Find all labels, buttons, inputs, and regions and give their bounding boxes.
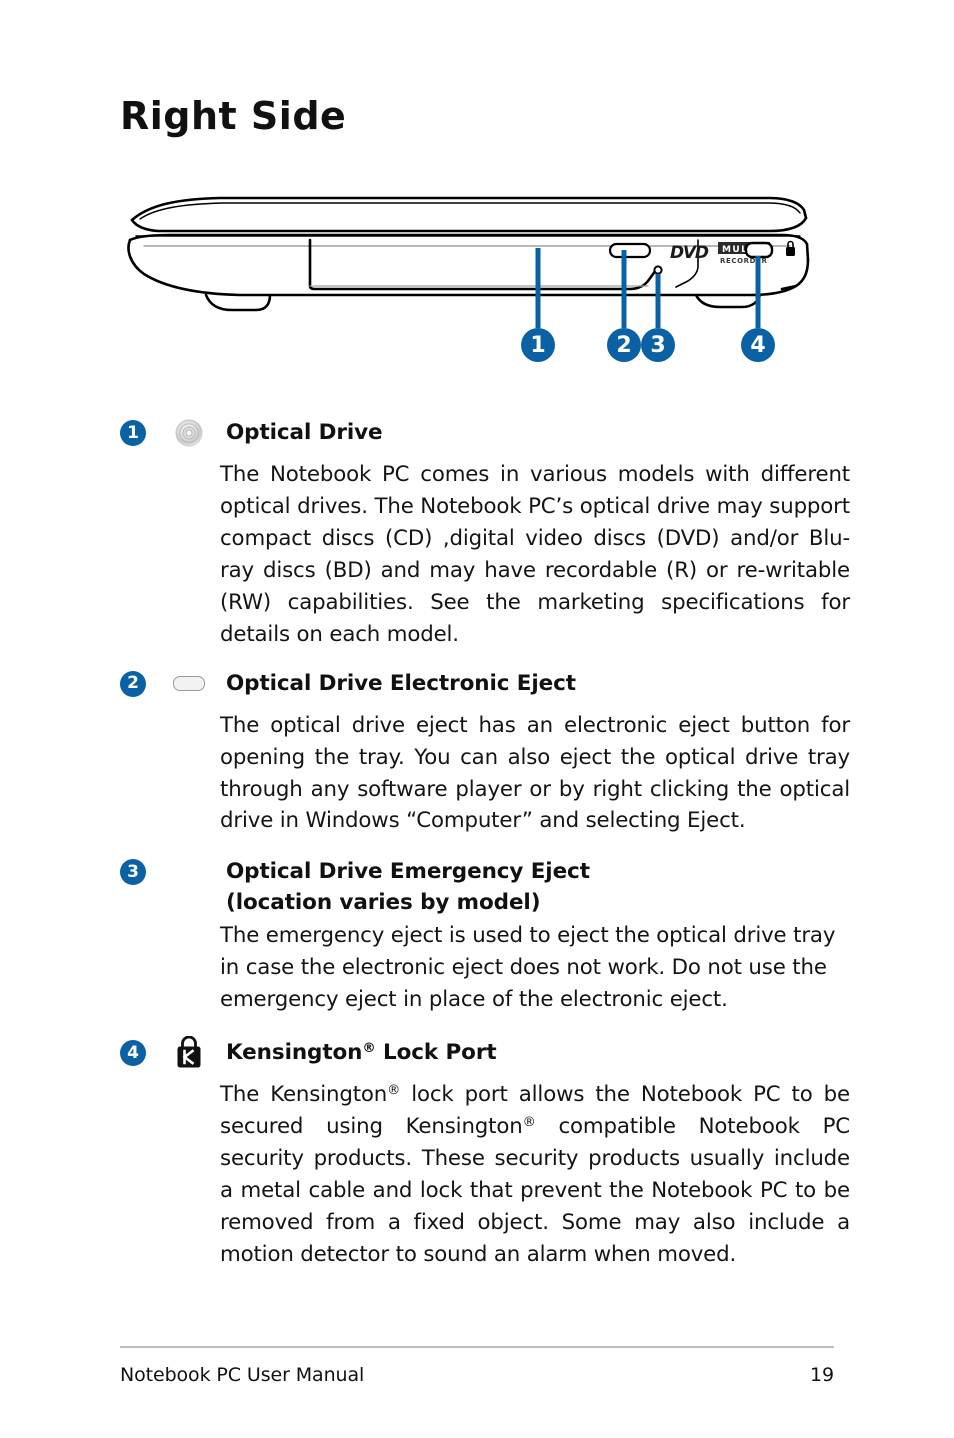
list-item-optical-drive-electronic-eject: 2 Optical Drive Electronic Eject The opt… bbox=[120, 669, 850, 838]
heading-pre: Kensington bbox=[226, 1040, 363, 1066]
page-title: Right Side bbox=[120, 94, 347, 138]
svg-text:1: 1 bbox=[530, 333, 545, 358]
item-header: 3 Optical Drive Emergency Eject (locatio… bbox=[120, 857, 850, 918]
kensington-lock-icon bbox=[166, 1036, 212, 1068]
item-heading-3: Optical Drive Emergency Eject (location … bbox=[226, 857, 850, 918]
svg-text:DVD: DVD bbox=[670, 243, 709, 263]
svg-text:2: 2 bbox=[616, 333, 631, 358]
registered-mark-1: ® bbox=[387, 1083, 401, 1099]
optical-disc-icon bbox=[166, 418, 212, 448]
body-pre: The Kensington bbox=[220, 1082, 388, 1108]
item-badge-4: 4 bbox=[120, 1040, 146, 1067]
list-item-optical-drive-emergency-eject: 3 Optical Drive Emergency Eject (locatio… bbox=[120, 857, 850, 1016]
item-body-4: The Kensington® lock port allows the Not… bbox=[220, 1079, 850, 1271]
item-header: 1 Optical Drive bbox=[120, 418, 850, 452]
item-header: 2 Optical Drive Electronic Eject bbox=[120, 669, 850, 703]
eject-button-icon bbox=[166, 669, 212, 699]
heading-post: Lock Port bbox=[375, 1040, 497, 1066]
notebook-right-side-illustration: DVD MULTI RECORDER 1 2 3 4 bbox=[110, 188, 814, 374]
item-badge-3: 3 bbox=[120, 859, 146, 886]
item-heading-1: Optical Drive bbox=[226, 420, 383, 445]
feature-list: 1 Optical Drive The Notebook PC comes in… bbox=[120, 418, 850, 1271]
registered-mark-2: ® bbox=[522, 1115, 536, 1131]
item-header: 4 Kensington® Lock Port bbox=[120, 1036, 850, 1072]
item-badge-2: 2 bbox=[120, 670, 146, 697]
registered-mark: ® bbox=[362, 1041, 376, 1057]
item-heading-3-line1: Optical Drive Emergency Eject bbox=[226, 859, 590, 885]
footer-manual-name: Notebook PC User Manual bbox=[120, 1364, 365, 1386]
item-body-1: The Notebook PC comes in various models … bbox=[220, 462, 850, 647]
item-heading-3-line2: (location varies by model) bbox=[226, 889, 541, 915]
item-heading-4: Kensington® Lock Port bbox=[226, 1038, 850, 1069]
no-icon-placeholder bbox=[166, 857, 212, 887]
list-item-optical-drive: 1 Optical Drive The Notebook PC comes in… bbox=[120, 418, 850, 651]
item-heading-2: Optical Drive Electronic Eject bbox=[226, 670, 576, 696]
item-body-3: The emergency eject is used to eject the… bbox=[220, 923, 836, 1013]
item-body-2: The optical drive eject has an electroni… bbox=[220, 712, 850, 834]
item-badge-1: 1 bbox=[120, 420, 146, 446]
svg-text:4: 4 bbox=[750, 333, 765, 358]
footer-page-number: 19 bbox=[810, 1364, 834, 1386]
svg-text:3: 3 bbox=[650, 333, 665, 358]
footer-divider bbox=[120, 1346, 834, 1348]
callout-badges: 1 2 3 4 bbox=[521, 328, 775, 362]
document-page: Right Side DVD MULTI RECORDER 1 2 3 4 1 … bbox=[0, 0, 954, 1438]
lock-glyph bbox=[786, 240, 795, 256]
eject-button-shape bbox=[608, 242, 652, 259]
page-footer: Notebook PC User Manual 19 bbox=[120, 1346, 834, 1386]
list-item-kensington-lock-port: 4 Kensington® Lock Port The Kensington® … bbox=[120, 1036, 850, 1271]
